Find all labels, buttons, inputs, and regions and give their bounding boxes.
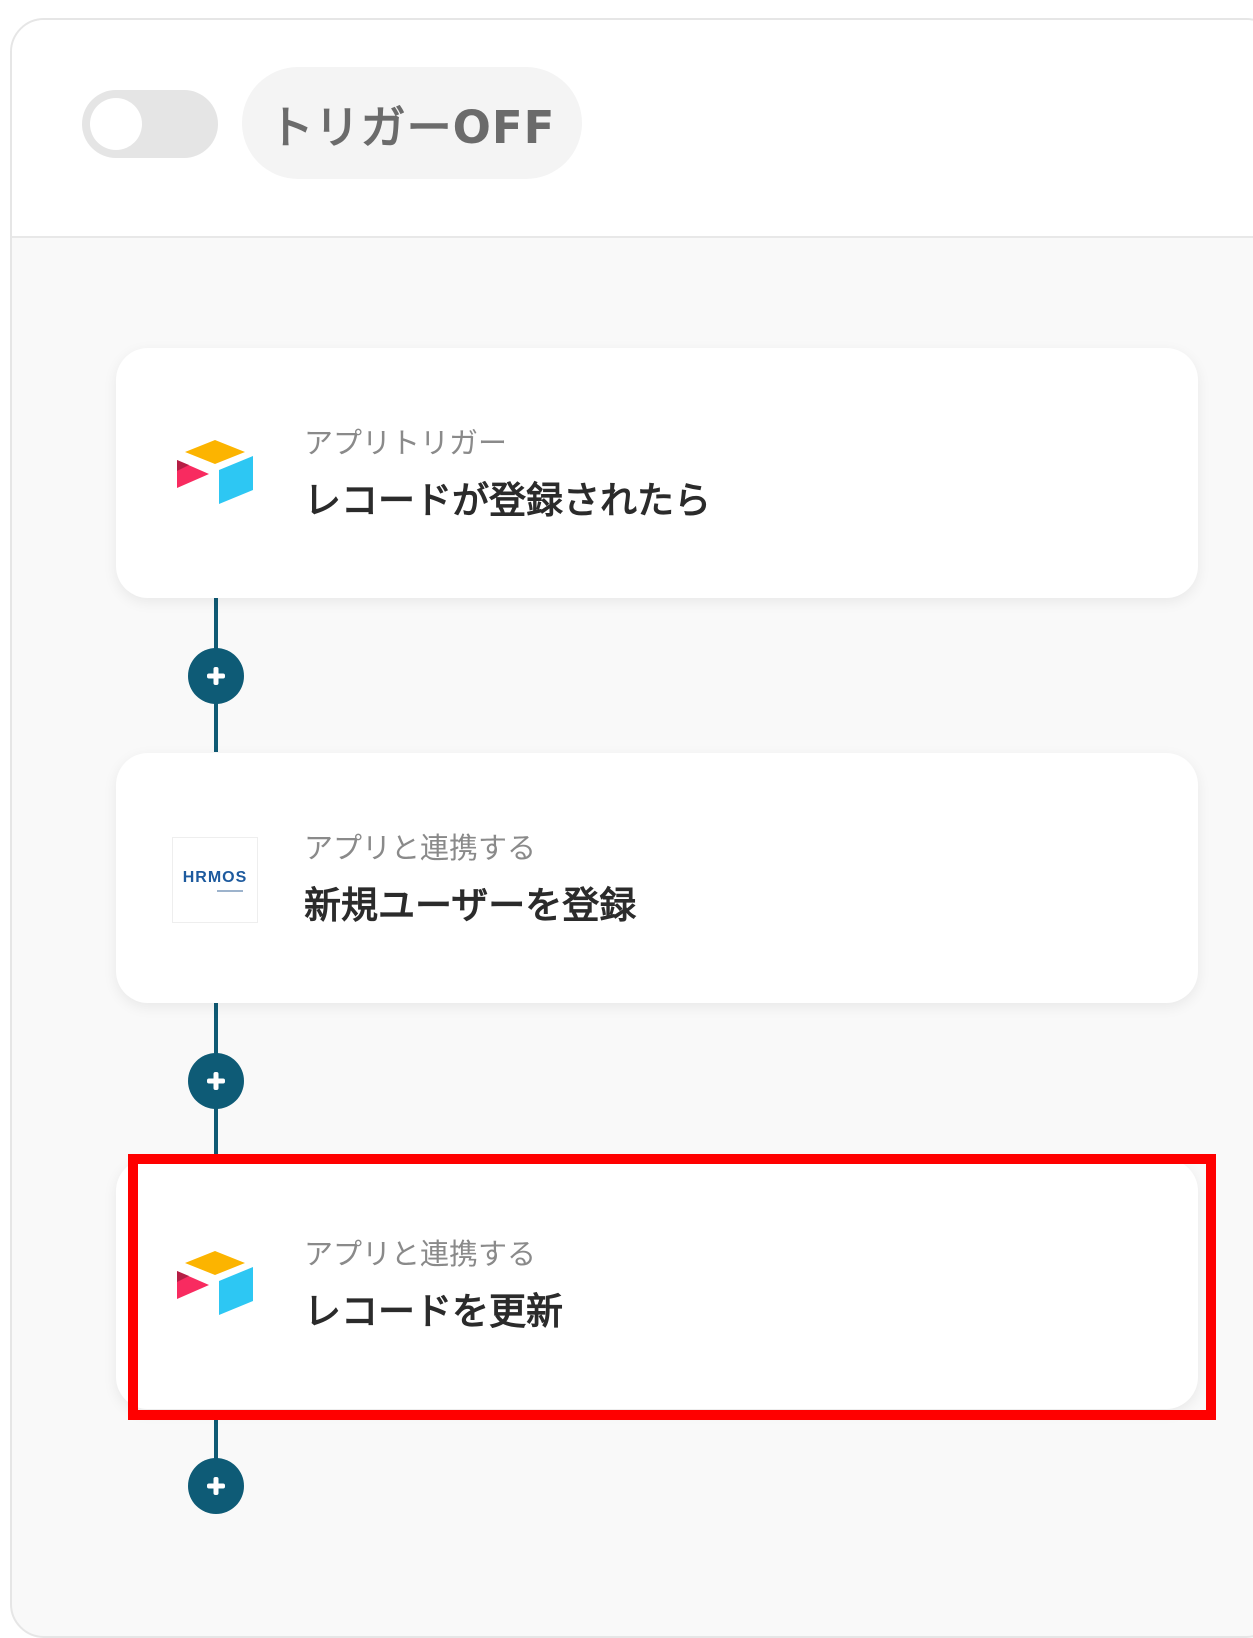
step-title: 新規ユーザーを登録 <box>304 884 637 927</box>
airtable-logo-icon <box>170 1241 260 1331</box>
top-bar: トリガーOFF <box>12 20 1253 238</box>
toggle-knob <box>90 98 142 150</box>
plus-icon <box>207 1477 225 1495</box>
add-step-button[interactable] <box>188 1458 244 1514</box>
step-title: レコードを更新 <box>304 1290 563 1333</box>
plus-icon <box>207 1072 225 1090</box>
add-step-button[interactable] <box>188 648 244 704</box>
trigger-status-label: トリガーOFF <box>268 100 556 154</box>
flow-step-card[interactable]: HRMOS アプリと連携する 新規ユーザーを登録 <box>116 753 1198 1003</box>
step-subtitle: アプリと連携する <box>304 831 537 865</box>
flow-step-card[interactable]: アプリトリガー レコードが登録されたら <box>116 348 1198 598</box>
hrmos-logo: HRMOS <box>172 837 258 923</box>
trigger-toggle[interactable] <box>82 90 218 158</box>
hrmos-logo-icon: HRMOS <box>170 835 260 925</box>
trigger-status-badge: トリガーOFF <box>242 67 582 179</box>
hrmos-logo-text: HRMOS <box>182 868 248 886</box>
step-title: レコードが登録されたら <box>304 479 711 522</box>
step-subtitle: アプリトリガー <box>304 426 508 460</box>
plus-icon <box>207 667 225 685</box>
airtable-logo-icon <box>170 430 260 520</box>
step-subtitle: アプリと連携する <box>304 1237 537 1271</box>
add-step-button[interactable] <box>188 1053 244 1109</box>
hrmos-logo-underline <box>217 889 243 892</box>
flow-step-card[interactable]: アプリと連携する レコードを更新 <box>116 1159 1198 1409</box>
